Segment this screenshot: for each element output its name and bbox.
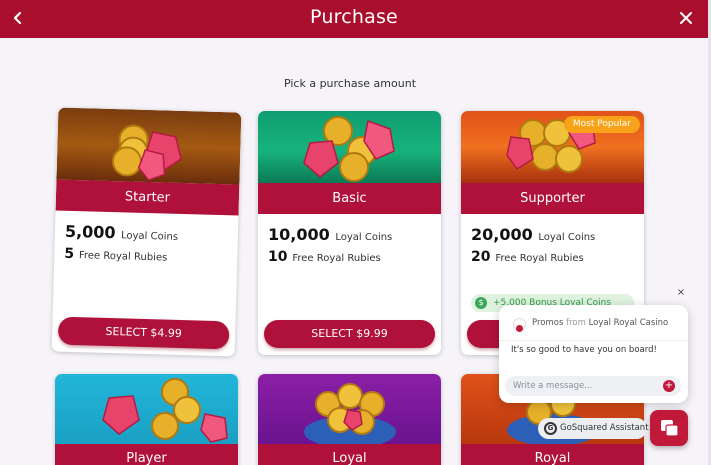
gosquared-assistant-badge[interactable]: G GoSquared Assistant: [538, 418, 649, 439]
coins-amount: 10,000 Loyal Coins: [268, 225, 393, 244]
package-name: Player: [55, 444, 238, 465]
chat-header: Promos from Loyal Royal Casino: [499, 305, 688, 341]
select-starter-button[interactable]: SELECT $4.99: [57, 316, 230, 350]
package-art: [258, 111, 441, 183]
package-card-starter[interactable]: Starter 5,000 Loyal Coins 5 Free Royal R…: [51, 107, 242, 357]
most-popular-badge: Most Popular: [563, 116, 640, 133]
package-art: [55, 374, 238, 444]
coins-and-rubies-image: [303, 116, 395, 182]
package-art: [56, 107, 242, 185]
package-art: Most Popular: [461, 111, 644, 183]
purchase-subtitle: Pick a purchase amount: [283, 77, 417, 90]
chat-dismiss-button[interactable]: ×: [675, 287, 687, 299]
package-name: Basic: [258, 183, 441, 214]
package-name: Supporter: [461, 183, 644, 214]
brand-logo-icon: [516, 325, 523, 332]
coins-and-rubies-image: [102, 378, 228, 443]
dollar-icon: $: [475, 297, 487, 309]
coins-and-rubies-image: [304, 383, 396, 448]
coins-amount: 20,000 Loyal Coins: [471, 225, 596, 244]
gosquared-icon: G: [544, 422, 557, 435]
package-card-loyal[interactable]: Loyal: [258, 374, 441, 465]
chat-launcher-button[interactable]: [650, 410, 688, 446]
package-art: [258, 374, 441, 448]
package-name: Starter: [55, 179, 240, 216]
rubies-amount: 5 Free Royal Rubies: [64, 245, 168, 264]
select-basic-button[interactable]: SELECT $9.99: [264, 320, 435, 348]
coins-amount: 5,000 Loyal Coins: [64, 221, 179, 243]
package-name: Loyal: [258, 444, 441, 465]
rubies-amount: 10 Free Royal Rubies: [268, 249, 381, 265]
package-name: Royal: [461, 444, 644, 465]
avatar: [513, 318, 526, 332]
chat-message-input[interactable]: [505, 376, 681, 396]
page-title: Purchase: [310, 6, 398, 28]
package-card-player[interactable]: Player: [55, 374, 238, 465]
coins-and-rubies-image: [111, 124, 182, 181]
chat-sender: Promos from Loyal Royal Casino: [532, 318, 669, 328]
close-icon: [680, 12, 692, 24]
package-card-basic[interactable]: Basic 10,000 Loyal Coins 10 Free Royal R…: [258, 111, 441, 355]
rubies-amount: 20 Free Royal Rubies: [471, 249, 584, 265]
header-bar: Purchase: [0, 0, 708, 38]
chat-popup: Promos from Loyal Royal Casino It's so g…: [499, 305, 688, 403]
send-button[interactable]: +: [663, 380, 675, 392]
chat-bubble-icon: [661, 420, 679, 437]
close-button[interactable]: [676, 8, 696, 28]
chat-message: It's so good to have you on board!: [511, 345, 657, 355]
